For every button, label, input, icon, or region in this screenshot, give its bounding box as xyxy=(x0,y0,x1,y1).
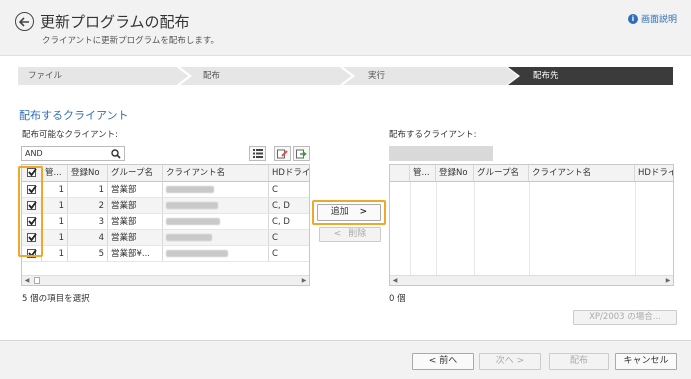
xp-2003-button[interactable]: XP/2003 の場合... xyxy=(573,310,677,325)
cell-group: 営業部¥... xyxy=(108,246,163,261)
cell-hd-drive: C xyxy=(272,233,278,243)
list-view-button[interactable] xyxy=(249,146,266,161)
cell-kan: 1 xyxy=(42,182,68,197)
cell-hd-drive: C xyxy=(272,185,278,195)
cell-kan: 1 xyxy=(42,246,68,261)
export-icon xyxy=(296,149,307,158)
col-kan[interactable]: 管... xyxy=(410,165,436,181)
help-link-label: 画面説明 xyxy=(640,15,677,25)
cell-reg-no: 5 xyxy=(68,246,108,261)
cancel-button[interactable]: キャンセル xyxy=(615,353,677,370)
page-subtitle: クライアントに更新プログラムを配布します。 xyxy=(42,36,220,46)
export-button[interactable] xyxy=(293,146,310,161)
client-search-input[interactable]: AND xyxy=(21,146,125,161)
scrollbar-thumb[interactable] xyxy=(34,277,40,284)
chevron-left-icon: < xyxy=(333,229,342,239)
info-icon: i xyxy=(627,13,638,24)
col-group[interactable]: グループ名 xyxy=(474,165,529,181)
scroll-left-icon[interactable]: ◀ xyxy=(23,277,31,285)
checkbox-column-highlight xyxy=(18,166,43,257)
col-group[interactable]: グループ名 xyxy=(108,165,163,181)
cell-client-name-redacted xyxy=(163,214,269,229)
cell-client-name-redacted xyxy=(163,182,269,197)
add-button[interactable]: 追加 > xyxy=(317,204,381,221)
destination-clients-grid: 管... 登録No グループ名 クライアント名 HDドライ ◀ ▶ xyxy=(389,164,674,286)
next-button[interactable]: 次へ > xyxy=(479,353,541,370)
horizontal-scrollbar[interactable]: ◀ ▶ xyxy=(22,275,309,285)
col-hd-drive[interactable]: HDドライ xyxy=(635,165,673,181)
available-clients-label: 配布可能なクライアント: xyxy=(22,130,119,140)
wizard-steps: ファイル 配布 実行 配布先 xyxy=(18,67,673,85)
cell-reg-no: 2 xyxy=(68,198,108,213)
cell-client-name-redacted xyxy=(163,230,269,245)
scroll-left-icon[interactable]: ◀ xyxy=(391,277,399,285)
step-file: ファイル xyxy=(28,71,63,81)
scroll-right-icon[interactable]: ▶ xyxy=(300,277,308,285)
horizontal-scrollbar[interactable]: ◀ ▶ xyxy=(390,275,673,285)
table-row[interactable]: 1 1 営業部 C xyxy=(22,182,309,198)
filter-settings-button[interactable] xyxy=(274,146,291,161)
remove-button[interactable]: < 削除 xyxy=(319,227,381,242)
col-reg-no[interactable]: 登録No xyxy=(436,165,474,181)
cell-hd-drive: C xyxy=(272,249,278,259)
col-client-name[interactable]: クライアント名 xyxy=(163,165,269,181)
page-header: 更新プログラムの配布 クライアントに更新プログラムを配布します。 i 画面説明 xyxy=(0,0,691,56)
chevron-right-icon: > xyxy=(359,207,368,217)
col-hd-drive[interactable]: HDドライ xyxy=(269,165,309,181)
cell-reg-no: 3 xyxy=(68,214,108,229)
table-row[interactable]: 1 3 営業部 C, D xyxy=(22,214,309,230)
cell-group: 営業部 xyxy=(108,214,163,229)
cell-hd-drive: C, D xyxy=(272,201,290,211)
cell-group: 営業部 xyxy=(108,230,163,245)
grid-header: 管... 登録No グループ名 クライアント名 HDドライ xyxy=(22,165,309,182)
table-row[interactable]: 1 2 営業部 C, D xyxy=(22,198,309,214)
search-icon[interactable] xyxy=(111,149,121,159)
client-search-value: AND xyxy=(25,149,43,158)
list-icon xyxy=(252,149,263,158)
page-title: 更新プログラムの配布 xyxy=(40,13,190,31)
back-button[interactable]: < 前へ xyxy=(412,353,474,370)
cell-group: 営業部 xyxy=(108,182,163,197)
col-kan[interactable]: 管... xyxy=(42,165,68,181)
cell-kan: 1 xyxy=(42,214,68,229)
cell-reg-no: 1 xyxy=(68,182,108,197)
table-row[interactable]: 1 5 営業部¥... C xyxy=(22,246,309,262)
step-deploy: 配布 xyxy=(203,71,221,81)
cell-reg-no: 4 xyxy=(68,230,108,245)
cell-client-name-redacted xyxy=(163,198,269,213)
col-reg-no[interactable]: 登録No xyxy=(68,165,108,181)
step-destination: 配布先 xyxy=(533,71,559,81)
back-arrow-icon[interactable] xyxy=(15,12,34,31)
available-clients-grid: 管... 登録No グループ名 クライアント名 HDドライ 1 1 営業部 C … xyxy=(21,164,310,286)
step-execute: 実行 xyxy=(368,71,386,81)
cell-group: 営業部 xyxy=(108,198,163,213)
selected-count: 5 個の項目を選択 xyxy=(22,294,90,304)
destination-clients-label: 配布するクライアント: xyxy=(389,130,477,140)
destination-grid-body xyxy=(390,182,673,275)
footer-bar: < 前へ 次へ > 配布 キャンセル xyxy=(0,341,691,379)
deploy-button[interactable]: 配布 xyxy=(549,353,609,370)
filter-edit-icon xyxy=(277,149,288,158)
table-row[interactable]: 1 4 営業部 C xyxy=(22,230,309,246)
cell-kan: 1 xyxy=(42,230,68,245)
help-link[interactable]: i 画面説明 xyxy=(627,12,677,25)
wizard-steps-background xyxy=(18,67,673,85)
header-select-all[interactable] xyxy=(390,165,410,181)
destination-count: 0 個 xyxy=(389,294,406,304)
cell-client-name-redacted xyxy=(163,246,269,261)
cell-hd-drive: C, D xyxy=(272,217,290,227)
grid-header: 管... 登録No グループ名 クライアント名 HDドライ xyxy=(390,165,673,182)
section-title: 配布するクライアント xyxy=(19,109,129,122)
add-button-label: 追加 xyxy=(330,207,349,217)
col-client-name[interactable]: クライアント名 xyxy=(529,165,635,181)
cell-kan: 1 xyxy=(42,198,68,213)
destination-search-input[interactable] xyxy=(389,146,493,161)
remove-button-label: 削除 xyxy=(348,229,367,239)
scroll-right-icon[interactable]: ▶ xyxy=(664,277,672,285)
